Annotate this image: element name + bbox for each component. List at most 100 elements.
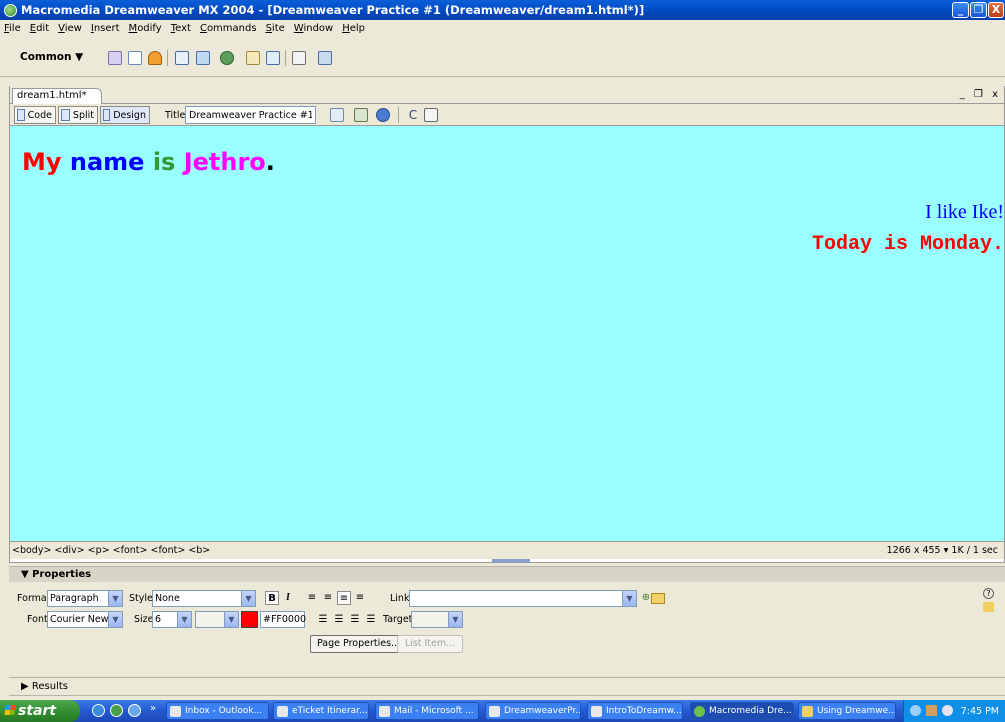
menu-window[interactable]: Window xyxy=(294,23,333,34)
quicklaunch-app-icon[interactable] xyxy=(110,704,123,717)
code-view-button[interactable]: Code xyxy=(14,106,56,124)
panel-splitter-handle[interactable] xyxy=(492,559,530,563)
target-label: Target xyxy=(383,614,413,625)
chevron-down-icon: ▼ xyxy=(448,612,462,627)
hyperlink-icon[interactable] xyxy=(108,51,122,65)
document-toolbar: Code Split Design Title: C xyxy=(10,104,1004,126)
menu-edit[interactable]: Edit xyxy=(30,23,49,34)
task-intro-to-dreamweaver[interactable]: IntroToDreamw... xyxy=(587,702,683,720)
browse-folder-icon[interactable] xyxy=(651,593,665,604)
close-button[interactable]: X xyxy=(988,2,1004,18)
text-today-is-monday[interactable]: Today is Monday. xyxy=(812,233,1004,256)
insert-category-dropdown[interactable]: Common ▼ xyxy=(20,51,83,63)
bold-button[interactable]: B xyxy=(265,591,279,605)
start-label: start xyxy=(18,703,57,719)
email-link-icon[interactable] xyxy=(128,51,142,65)
tray-security-icon[interactable] xyxy=(942,705,953,716)
menu-commands[interactable]: Commands xyxy=(200,23,257,34)
menu-modify[interactable]: Modify xyxy=(129,23,162,34)
list-item-button: List Item... xyxy=(397,635,463,653)
image-icon[interactable] xyxy=(220,51,234,65)
text-color-input[interactable]: #FF0000 xyxy=(260,611,307,628)
templates-icon[interactable] xyxy=(292,51,306,65)
style-label: Style xyxy=(129,593,153,604)
text-my[interactable]: My xyxy=(22,148,70,176)
text-jethro[interactable]: Jethro xyxy=(184,148,266,176)
document-title-input[interactable] xyxy=(185,106,316,124)
format-select[interactable]: Paragraph ▼ xyxy=(47,590,123,607)
tray-pencil-icon[interactable] xyxy=(926,705,937,716)
task-mail-microsoft[interactable]: Mail - Microsoft ... xyxy=(375,702,479,720)
ordered-list-icon[interactable]: ☰ xyxy=(332,613,346,627)
view-options-icon[interactable] xyxy=(424,108,438,122)
maximize-button[interactable]: ❐ xyxy=(970,2,987,18)
justify-icon[interactable]: ≡ xyxy=(353,591,367,605)
task-macromedia-dreamweaver[interactable]: Macromedia Dre... xyxy=(690,702,794,720)
file-management-icon[interactable] xyxy=(330,108,344,122)
text-period[interactable]: . xyxy=(266,148,275,176)
task-using-dreamweaver[interactable]: Using Dreamwe... xyxy=(798,702,896,720)
quick-tag-editor-icon[interactable] xyxy=(983,602,994,612)
layer-icon[interactable] xyxy=(196,51,210,65)
tray-network-icon[interactable] xyxy=(910,705,921,716)
validate-markup-icon[interactable] xyxy=(354,108,368,122)
taskbar: start » Inbox - Outlook... eTicket Itine… xyxy=(0,700,1005,722)
text-name[interactable]: name xyxy=(70,148,153,176)
preview-in-browser-icon[interactable] xyxy=(376,108,390,122)
menu-view[interactable]: View xyxy=(58,23,82,34)
split-view-button[interactable]: Split xyxy=(58,106,98,124)
tag-selector[interactable]: <body> <div> <p> <font> <font> <b> xyxy=(12,545,210,556)
italic-button[interactable]: I xyxy=(281,591,295,605)
comment-icon[interactable] xyxy=(266,51,280,65)
align-right-icon[interactable]: ≡ xyxy=(337,591,351,605)
unordered-list-icon[interactable]: ☰ xyxy=(316,613,330,627)
align-left-icon[interactable]: ≡ xyxy=(305,591,319,605)
mail-icon xyxy=(379,706,390,717)
design-view-button[interactable]: Design xyxy=(100,106,150,124)
indent-icon[interactable]: ☰ xyxy=(364,613,378,627)
properties-panel: Format Paragraph ▼ Style None ▼ B I ≡ ≡ … xyxy=(9,582,1005,678)
text-i-like-ike[interactable]: I like Ike! xyxy=(925,201,1004,224)
design-canvas[interactable]: My name is Jethro. I like Ike! Today is … xyxy=(10,126,1004,541)
quicklaunch-more-icon[interactable]: » xyxy=(150,703,156,714)
document-window-controls[interactable]: _ ❐ x xyxy=(960,89,1001,100)
window-size-info[interactable]: 1266 x 455 ▾ 1K / 1 sec xyxy=(887,545,998,556)
outdent-icon[interactable]: ☰ xyxy=(348,613,362,627)
task-eticket-itinerary[interactable]: eTicket Itinerar... xyxy=(273,702,369,720)
named-anchor-icon[interactable] xyxy=(148,51,162,65)
text-color-swatch[interactable] xyxy=(241,611,258,628)
size-select[interactable]: 6 ▼ xyxy=(152,611,192,628)
tag-chooser-icon[interactable] xyxy=(318,51,332,65)
task-dreamweaver-practice[interactable]: DreamweaverPr... xyxy=(485,702,581,720)
date-icon[interactable] xyxy=(246,51,260,65)
link-input[interactable]: ▼ xyxy=(409,590,637,607)
status-bar: <body> <div> <p> <font> <font> <b> 1266 … xyxy=(10,541,1004,559)
quicklaunch-ie-icon[interactable] xyxy=(128,704,141,717)
results-panel-header[interactable]: ▶ Results xyxy=(9,678,1005,696)
minimize-button[interactable]: _ xyxy=(952,2,969,18)
paragraph-name[interactable]: My name is Jethro. xyxy=(22,148,275,176)
menu-insert[interactable]: Insert xyxy=(91,23,120,34)
text-is[interactable]: is xyxy=(153,148,184,176)
help-icon[interactable]: ? xyxy=(983,588,994,599)
menu-help[interactable]: Help xyxy=(342,23,365,34)
menu-text[interactable]: Text xyxy=(171,23,191,34)
size-unit-select: ▼ xyxy=(195,611,239,628)
document-tab[interactable]: dream1.html* xyxy=(12,88,102,104)
refresh-icon[interactable]: C xyxy=(406,108,420,122)
table-icon[interactable] xyxy=(175,51,189,65)
start-button[interactable]: start xyxy=(0,700,80,722)
font-label: Font xyxy=(27,614,48,625)
properties-panel-header[interactable]: ▼ Properties xyxy=(9,566,1005,582)
font-select[interactable]: Courier New, ( ▼ xyxy=(47,611,123,628)
split-view-label: Split xyxy=(72,109,94,121)
style-select[interactable]: None ▼ xyxy=(152,590,256,607)
align-center-icon[interactable]: ≡ xyxy=(321,591,335,605)
task-inbox-outlook[interactable]: Inbox - Outlook... xyxy=(166,702,269,720)
text-color-value: #FF0000 xyxy=(263,614,307,625)
quicklaunch-browser-icon[interactable] xyxy=(92,704,105,717)
page-properties-button[interactable]: Page Properties... xyxy=(310,635,408,653)
menu-file[interactable]: File xyxy=(4,23,21,34)
menu-site[interactable]: Site xyxy=(266,23,285,34)
toolbar-separator xyxy=(398,107,399,123)
